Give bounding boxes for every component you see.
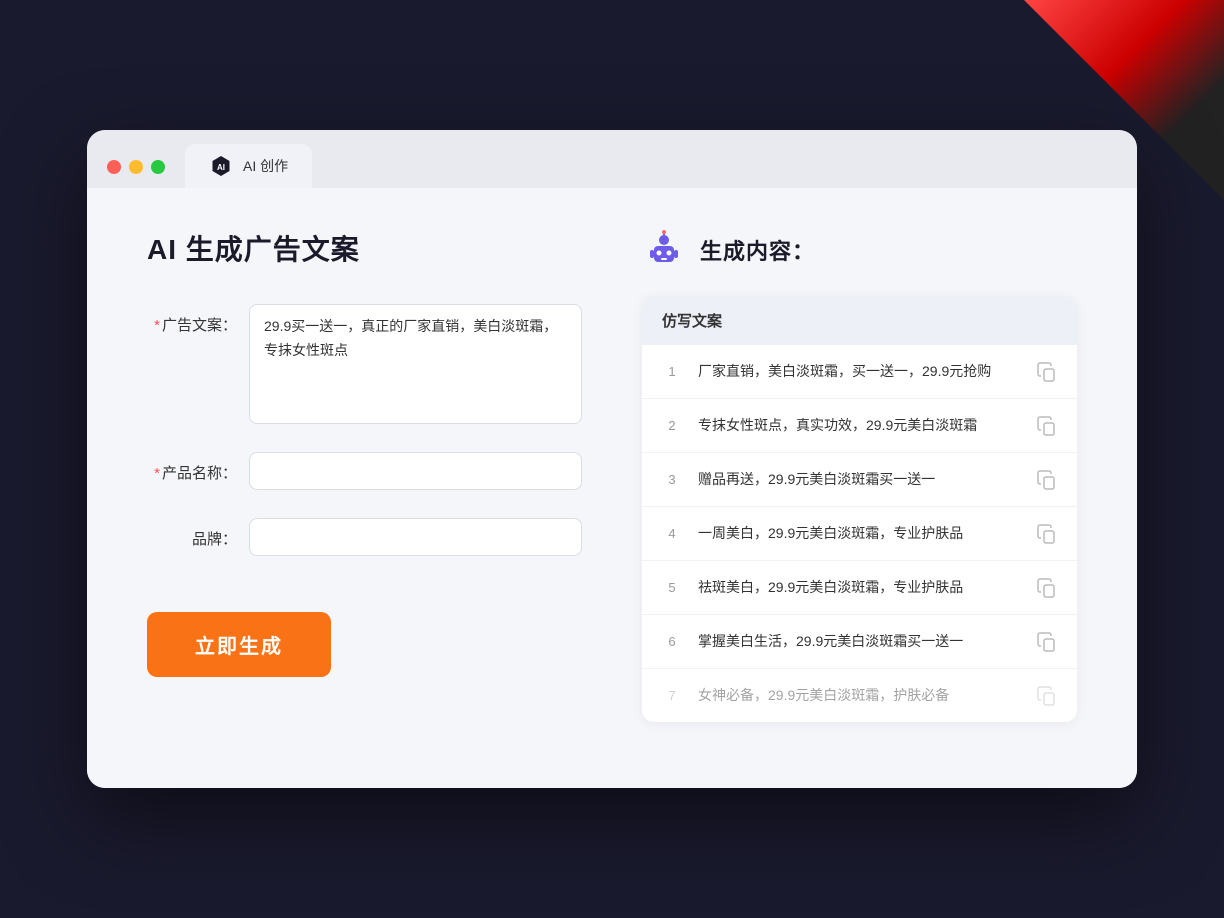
brand-field-group: 品牌： 好白 <box>147 518 582 556</box>
tab-ai-icon: AI <box>209 154 233 178</box>
result-text: 厂家直销，美白淡斑霜，买一送一，29.9元抢购 <box>698 361 1021 382</box>
result-item: 4 一周美白，29.9元美白淡斑霜，专业护肤品 <box>642 507 1077 561</box>
result-number: 1 <box>662 364 682 379</box>
result-number: 7 <box>662 688 682 703</box>
result-item: 6 掌握美白生活，29.9元美白淡斑霜买一送一 <box>642 615 1077 669</box>
result-item: 2 专抹女性斑点，真实功效，29.9元美白淡斑霜 <box>642 399 1077 453</box>
copy-icon[interactable] <box>1037 416 1057 436</box>
traffic-light-close[interactable] <box>107 160 121 174</box>
ad-copy-field-group: *广告文案： 29.9买一送一，真正的厂家直销，美白淡斑霜，专抹女性斑点 <box>147 304 582 424</box>
robot-icon <box>642 228 686 272</box>
result-text: 女神必备，29.9元美白淡斑霜，护肤必备 <box>698 685 1021 706</box>
left-panel: AI 生成广告文案 *广告文案： 29.9买一送一，真正的厂家直销，美白淡斑霜，… <box>147 228 582 722</box>
ad-copy-input[interactable]: 29.9买一送一，真正的厂家直销，美白淡斑霜，专抹女性斑点 <box>249 304 582 424</box>
right-header: 生成内容： <box>642 228 1077 272</box>
brand-input[interactable]: 好白 <box>249 518 582 556</box>
page-title: AI 生成广告文案 <box>147 228 582 268</box>
product-name-field-group: *产品名称： 美白淡斑霜 <box>147 452 582 490</box>
traffic-lights <box>107 160 165 188</box>
result-item: 3 赠品再送，29.9元美白淡斑霜买一送一 <box>642 453 1077 507</box>
copy-icon[interactable] <box>1037 362 1057 382</box>
result-item: 5 祛斑美白，29.9元美白淡斑霜，专业护肤品 <box>642 561 1077 615</box>
result-item: 1 厂家直销，美白淡斑霜，买一送一，29.9元抢购 <box>642 345 1077 399</box>
traffic-light-minimize[interactable] <box>129 160 143 174</box>
copy-icon[interactable] <box>1037 470 1057 490</box>
svg-text:AI: AI <box>217 163 225 172</box>
result-number: 3 <box>662 472 682 487</box>
results-list: 1 厂家直销，美白淡斑霜，买一送一，29.9元抢购 2 专抹女性斑点，真实功效，… <box>642 345 1077 722</box>
generate-button[interactable]: 立即生成 <box>147 612 331 677</box>
result-number: 6 <box>662 634 682 649</box>
tab-label: AI 创作 <box>243 156 288 176</box>
product-required: * <box>154 465 160 482</box>
browser-content: AI 生成广告文案 *广告文案： 29.9买一送一，真正的厂家直销，美白淡斑霜，… <box>87 188 1137 788</box>
result-number: 4 <box>662 526 682 541</box>
result-number: 2 <box>662 418 682 433</box>
brand-label: 品牌： <box>147 518 237 549</box>
right-panel: 生成内容： 仿写文案 1 厂家直销，美白淡斑霜，买一送一，29.9元抢购 2 专… <box>642 228 1077 722</box>
copy-icon[interactable] <box>1037 686 1057 706</box>
copy-icon[interactable] <box>1037 524 1057 544</box>
results-header: 仿写文案 <box>642 296 1077 345</box>
traffic-light-maximize[interactable] <box>151 160 165 174</box>
right-title: 生成内容： <box>700 234 815 266</box>
product-name-input[interactable]: 美白淡斑霜 <box>249 452 582 490</box>
result-item: 7 女神必备，29.9元美白淡斑霜，护肤必备 <box>642 669 1077 722</box>
browser-titlebar: AI AI 创作 <box>87 130 1137 188</box>
result-text: 一周美白，29.9元美白淡斑霜，专业护肤品 <box>698 523 1021 544</box>
result-text: 专抹女性斑点，真实功效，29.9元美白淡斑霜 <box>698 415 1021 436</box>
main-layout: AI 生成广告文案 *广告文案： 29.9买一送一，真正的厂家直销，美白淡斑霜，… <box>147 228 1077 722</box>
results-container: 仿写文案 1 厂家直销，美白淡斑霜，买一送一，29.9元抢购 2 专抹女性斑点，… <box>642 296 1077 722</box>
copy-icon[interactable] <box>1037 578 1057 598</box>
copy-icon[interactable] <box>1037 632 1057 652</box>
ad-copy-label: *广告文案： <box>147 304 237 335</box>
result-text: 掌握美白生活，29.9元美白淡斑霜买一送一 <box>698 631 1021 652</box>
result-text: 赠品再送，29.9元美白淡斑霜买一送一 <box>698 469 1021 490</box>
browser-window: AI AI 创作 AI 生成广告文案 *广告文案： 29.9买一送一，真正的厂家… <box>87 130 1137 788</box>
product-name-label: *产品名称： <box>147 452 237 483</box>
browser-tab[interactable]: AI AI 创作 <box>185 144 312 188</box>
result-number: 5 <box>662 580 682 595</box>
result-text: 祛斑美白，29.9元美白淡斑霜，专业护肤品 <box>698 577 1021 598</box>
ad-copy-required: * <box>154 317 160 334</box>
